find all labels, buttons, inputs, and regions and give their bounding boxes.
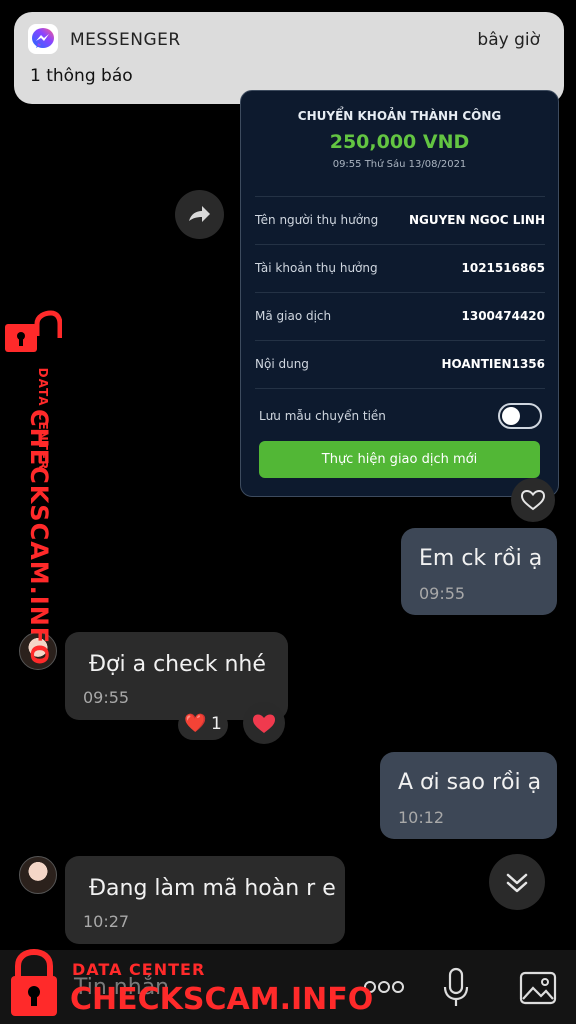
receipt-row: Mã giao dịch 1300474420: [255, 292, 545, 341]
receipt-row: Tên người thụ hưởng NGUYEN NGOC LINH: [255, 196, 545, 245]
receipt-row-label: Tài khoản thụ hưởng: [255, 261, 378, 275]
message-text: Đang làm mã hoàn r e: [89, 876, 336, 901]
watermark-label: DATA CENTER: [72, 960, 206, 979]
transfer-receipt-image[interactable]: CHUYỂN KHOẢN THÀNH CÔNG 250,000 VND 09:5…: [240, 90, 559, 497]
receipt-row: Nội dung HOANTIEN1356: [255, 340, 545, 389]
double-chevron-down-icon: [506, 873, 528, 893]
message-text: Em ck rồi ạ: [419, 546, 543, 571]
microphone-icon: [443, 967, 469, 1006]
receipt-title: CHUYỂN KHOẢN THÀNH CÔNG: [297, 109, 502, 123]
watermark-brand: CHECKSCAM.INFO: [25, 409, 53, 666]
toggle-knob: [502, 407, 520, 425]
avatar[interactable]: [19, 856, 57, 894]
notification-time: bây giờ: [477, 30, 540, 50]
message-bubble-sent[interactable]: A ơi sao rồi ạ 10:12: [380, 752, 557, 839]
message-time: 10:27: [83, 912, 130, 931]
gallery-icon: [519, 971, 557, 1005]
forward-icon: [189, 206, 210, 222]
reaction-count: 1: [211, 714, 222, 734]
save-template-toggle[interactable]: [498, 403, 542, 429]
forward-button[interactable]: [175, 190, 224, 239]
receipt-row-value: NGUYEN NGOC LINH: [408, 213, 545, 227]
microphone-button[interactable]: [440, 966, 472, 1010]
message-bubble-sent[interactable]: Em ck rồi ạ 09:55: [401, 528, 557, 615]
message-time: 09:55: [419, 584, 466, 603]
watermark-lock-icon: [8, 948, 60, 1018]
receipt-row-label: Tên người thụ hưởng: [255, 213, 379, 227]
message-bubble-received[interactable]: Đang làm mã hoàn r e 10:27: [65, 856, 345, 944]
receipt-row-value: 1300474420: [461, 309, 546, 323]
receipt-row: Tài khoản thụ hưởng 1021516865: [255, 244, 545, 293]
notification-body: 1 thông báo: [30, 66, 133, 86]
receipt-row-label: Mã giao dịch: [255, 309, 332, 323]
message-text: A ơi sao rồi ạ: [398, 770, 542, 795]
notification-app-name: MESSENGER: [70, 30, 181, 50]
divider: [255, 388, 545, 389]
watermark-lock-icon: [4, 310, 63, 358]
messenger-icon: [28, 24, 58, 54]
heart-outline-icon: [520, 489, 546, 511]
message-time: 09:55: [83, 688, 130, 707]
receipt-row-value: HOANTIEN1356: [441, 357, 545, 371]
new-transaction-button[interactable]: Thực hiện giao dịch mới: [259, 441, 540, 478]
save-template-label: Lưu mẫu chuyển tiền: [259, 409, 386, 423]
react-button[interactable]: [243, 702, 285, 744]
scroll-to-bottom-button[interactable]: [489, 854, 545, 910]
message-time: 10:12: [398, 808, 445, 827]
receipt-amount: 250,000 VND: [329, 131, 470, 153]
heart-emoji-icon: ❤️: [184, 713, 207, 734]
receipt-row-label: Nội dung: [255, 357, 309, 371]
message-text: Đợi a check nhé: [89, 652, 266, 677]
react-button[interactable]: [511, 478, 555, 522]
receipt-row-value: 1021516865: [461, 261, 546, 275]
heart-filled-icon: [253, 714, 275, 733]
receipt-datetime: 09:55 Thứ Sáu 13/08/2021: [332, 159, 467, 170]
gallery-button[interactable]: [518, 968, 558, 1008]
reaction-summary[interactable]: ❤️ 1: [178, 710, 228, 740]
watermark-brand: CHECKSCAM.INFO: [70, 982, 374, 1017]
